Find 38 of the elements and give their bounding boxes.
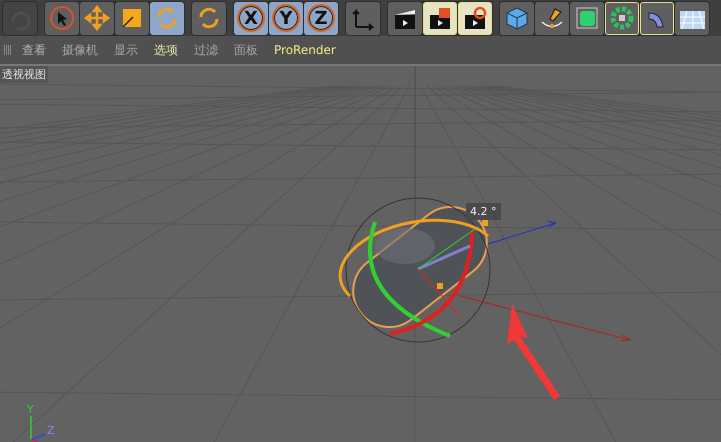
cloner-button[interactable]: [605, 2, 639, 34]
menu-item[interactable]: 选项: [154, 42, 178, 58]
pen-button[interactable]: [535, 2, 569, 34]
scale-tool-button[interactable]: [115, 2, 149, 34]
menu-item[interactable]: ProRender: [274, 43, 336, 57]
menu-item[interactable]: 过滤: [194, 42, 218, 58]
cursor-icon: [49, 5, 75, 31]
subdivision-cube-icon: [574, 5, 600, 31]
angle-readout: 4.2 °: [466, 203, 500, 220]
render-settings-button[interactable]: [458, 2, 492, 34]
move-arrows-icon: [84, 5, 110, 31]
axis-label: Y: [27, 403, 34, 416]
cube-button[interactable]: [500, 2, 534, 34]
deformer-button[interactable]: [640, 2, 674, 34]
subdivision-button[interactable]: [570, 2, 604, 34]
axis-lock-button[interactable]: Z: [304, 2, 338, 34]
menu-item[interactable]: 摄像机: [62, 42, 98, 58]
coordinate-system-button[interactable]: [346, 2, 380, 34]
move-tool-button[interactable]: [80, 2, 114, 34]
rotate-tool-button[interactable]: [150, 2, 184, 34]
render-view-button[interactable]: [388, 2, 422, 34]
menu-item[interactable]: 显示: [114, 42, 138, 58]
viewport-title: 透视视图: [0, 66, 48, 83]
axis-label: Z: [47, 424, 55, 437]
select-tool-button[interactable]: [45, 2, 79, 34]
floor-button[interactable]: [675, 2, 709, 34]
axis-indicator-drawing: [30, 416, 46, 442]
cube-icon: [504, 5, 530, 31]
axis-lock-button[interactable]: X: [234, 2, 268, 34]
cloner-icon: [609, 5, 635, 31]
clapperboard-icon: [427, 5, 453, 31]
menu-item[interactable]: 面板: [234, 42, 258, 58]
axis-lock-button[interactable]: Y: [269, 2, 303, 34]
z-axis-arrow: [488, 220, 558, 244]
grip-handle[interactable]: [4, 45, 12, 55]
rotate-button[interactable]: [192, 2, 226, 34]
render-button[interactable]: [423, 2, 457, 34]
menu-item[interactable]: 查看: [22, 42, 46, 58]
